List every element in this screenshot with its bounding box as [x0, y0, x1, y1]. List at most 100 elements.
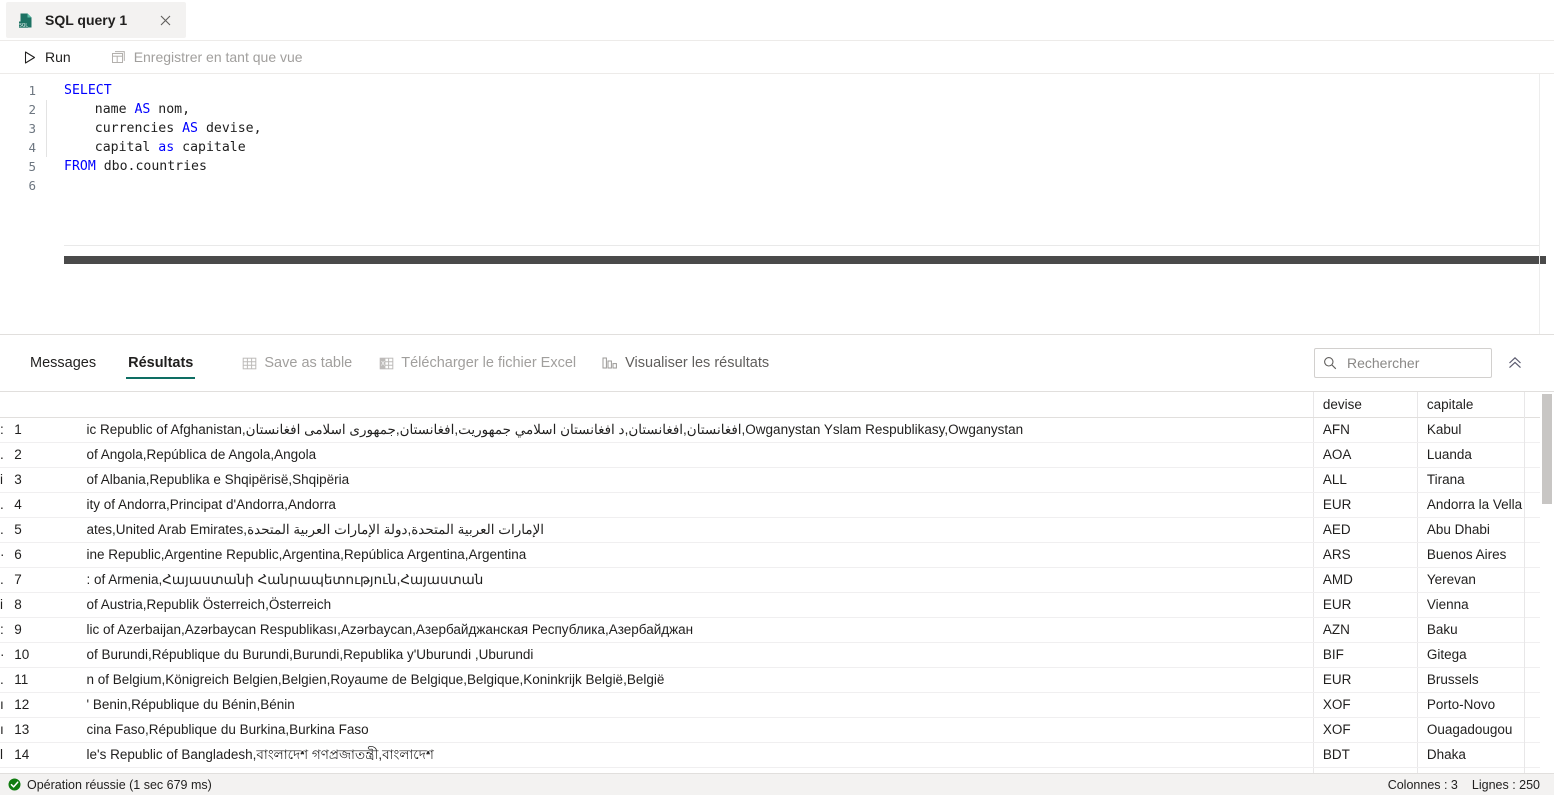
sql-file-icon: SQL [18, 12, 35, 29]
cell-capitale[interactable]: Abu Dhabi [1416, 517, 1554, 543]
editor-vertical-rule [1539, 74, 1540, 334]
grid-vertical-scrollbar[interactable] [1540, 392, 1554, 773]
cell-name[interactable]: of Albania,Republika e Shqipërisë,Shqipë… [77, 467, 1314, 493]
line-number: 4 [28, 140, 36, 155]
cell-capitale[interactable]: Kabul [1416, 417, 1554, 443]
visualize-results-button[interactable]: Visualiser les résultats [602, 355, 769, 371]
code-text[interactable]: currencies AS devise, [46, 119, 262, 138]
cell-capitale[interactable]: Andorra la Vella [1416, 492, 1554, 518]
cell-capitale[interactable]: Luanda [1416, 442, 1554, 468]
cell-name[interactable]: lic of Azerbaijan,Azərbaycan Respublikas… [77, 617, 1314, 643]
cell-devise[interactable]: AED [1312, 517, 1418, 543]
col-header-name[interactable] [77, 392, 1314, 418]
cell-name[interactable]: of Burundi,République du Burundi,Burundi… [77, 642, 1314, 668]
table-row[interactable]: . 2 of Angola,República de Angola,Angola AO… [0, 442, 1554, 468]
table-row[interactable]: ı15of Bulgaria,Република България,Българ… [0, 767, 1554, 773]
cell-devise[interactable]: AZN [1312, 617, 1418, 643]
cell-name[interactable]: of Bulgaria,Република България,България [77, 767, 1314, 773]
cell-capitale[interactable]: Tirana [1416, 467, 1554, 493]
table-row[interactable]: ı 13 cina Faso,République du Burkina,Burki… [0, 717, 1554, 743]
cell-devise[interactable]: BIF [1312, 642, 1418, 668]
cell-devise[interactable]: XOF [1312, 717, 1418, 743]
col-header-capitale[interactable]: capitale [1416, 392, 1554, 418]
cell-devise[interactable]: AMD [1312, 567, 1418, 593]
search-box[interactable] [1314, 348, 1492, 378]
cell-capitale[interactable]: Ouagadougou [1416, 717, 1554, 743]
sql-keyword: SELECT [64, 83, 112, 98]
table-row[interactable]: · 6 ine Republic,Argentine Republic,Argent… [0, 542, 1554, 568]
cell-name[interactable]: ' Benin,République du Bénin,Bénin [77, 692, 1314, 718]
cell-name[interactable]: n of Belgium,Königreich Belgien,Belgien,… [77, 667, 1314, 693]
sql-code-editor[interactable]: 1 SELECT 2 name AS nom, 3 currencies AS dev… [0, 74, 1554, 334]
cell-name[interactable]: le's Republic of Bangladesh,বাংলাদেশ গণপ… [77, 742, 1314, 768]
cell-devise[interactable]: ALL [1312, 467, 1418, 493]
cell-devise[interactable]: BDT [1312, 742, 1418, 768]
code-text[interactable]: capital as capitale [46, 138, 246, 157]
cell-name[interactable]: ates,United Arab Emirates,الإمارات العرب… [77, 517, 1314, 543]
save-as-table-button[interactable]: Save as table [241, 355, 352, 371]
grid-right-border [1524, 392, 1525, 773]
results-grid-wrapper[interactable]: devise capitale :1 ic Republic of Afghani… [0, 391, 1554, 773]
table-row[interactable]: .7: of Armenia,Հայաստանի Հանրապետություն… [0, 567, 1554, 593]
grid-vscroll-thumb[interactable] [1542, 394, 1552, 504]
tab-messages[interactable]: Messages [28, 335, 98, 391]
sql-query-editor-window: SQL SQL query 1 Run Enregistrer en tant … [0, 0, 1554, 795]
col-header-devise[interactable]: devise [1312, 392, 1418, 418]
cell-capitale[interactable]: Porto-Novo [1416, 692, 1554, 718]
view-icon [111, 49, 127, 65]
clipped-column-fragment: · [0, 642, 15, 668]
cell-devise[interactable]: EUR [1312, 592, 1418, 618]
table-row[interactable]: · 10 of Burundi,République du Burundi,Buru… [0, 642, 1554, 668]
cell-devise[interactable]: ARS [1312, 542, 1418, 568]
close-icon[interactable] [152, 7, 178, 33]
row-number: 6 [14, 542, 78, 568]
cell-capitale[interactable]: Buenos Aires [1416, 542, 1554, 568]
double-chevron-up-icon[interactable] [1502, 350, 1528, 376]
table-row[interactable]: :1 ic Republic of Afghanistan,افغانستان,ا… [0, 417, 1554, 443]
cell-devise[interactable]: AFN [1312, 417, 1418, 443]
cell-devise[interactable]: AOA [1312, 442, 1418, 468]
cell-name[interactable]: of Austria,Republik Österreich,Österreic… [77, 592, 1314, 618]
status-text: Opération réussie (1 sec 679 ms) [27, 777, 212, 792]
cell-capitale[interactable]: Sofia [1416, 767, 1554, 773]
table-row[interactable]: i 3 of Albania,Republika e Shqipërisë,Shqi… [0, 467, 1554, 493]
table-row[interactable]: . 11 n of Belgium,Königreich Belgien,Belgi… [0, 667, 1554, 693]
cell-capitale[interactable]: Baku [1416, 617, 1554, 643]
cell-capitale[interactable]: Dhaka [1416, 742, 1554, 768]
col-header-clip [0, 392, 15, 418]
tab-sql-query-1[interactable]: SQL SQL query 1 [6, 2, 186, 38]
code-text[interactable]: SELECT [46, 81, 112, 100]
cell-devise[interactable]: EUR [1312, 667, 1418, 693]
cell-name[interactable]: : of Armenia,Հայաստանի Հանրապետություն,Հ… [77, 567, 1314, 593]
cell-name[interactable]: ic Republic of Afghanistan,افغانستان,افغ… [77, 417, 1314, 443]
run-button[interactable]: Run [14, 45, 79, 69]
cell-devise[interactable]: BGN [1312, 767, 1418, 773]
save-as-view-button[interactable]: Enregistrer en tant que vue [103, 45, 311, 69]
cell-devise[interactable]: EUR [1312, 492, 1418, 518]
search-input[interactable] [1345, 354, 1483, 372]
code-text[interactable]: name AS nom, [46, 100, 190, 119]
table-row[interactable]: . 5 ates,United Arab Emirates,الإمارات الع… [0, 517, 1554, 543]
cell-name[interactable]: ine Republic,Argentine Republic,Argentin… [77, 542, 1314, 568]
cell-capitale[interactable]: Gitega [1416, 642, 1554, 668]
cell-capitale[interactable]: Yerevan [1416, 567, 1554, 593]
table-row[interactable]: ı 12 ' Benin,République du Bénin,Bénin XOF P… [0, 692, 1554, 718]
editor-horizontal-scrollbar[interactable] [64, 256, 1546, 264]
cell-name[interactable]: cina Faso,République du Burkina,Burkina … [77, 717, 1314, 743]
cell-name[interactable]: ity of Andorra,Principat d'Andorra,Andor… [77, 492, 1314, 518]
table-row[interactable]: l 14 le's Republic of Bangladesh,বাংলাদেশ … [0, 742, 1554, 768]
results-panel: Messages Résultats Save as table X Téléc… [0, 334, 1554, 773]
search-icon [1323, 355, 1337, 371]
cell-devise[interactable]: XOF [1312, 692, 1418, 718]
row-number: 3 [14, 467, 78, 493]
cell-capitale[interactable]: Brussels [1416, 667, 1554, 693]
table-row[interactable]: :9 lic of Azerbaijan,Azərbaycan Respublik… [0, 617, 1554, 643]
tab-resultats[interactable]: Résultats [126, 335, 196, 391]
download-excel-button[interactable]: X Télécharger le fichier Excel [378, 355, 576, 371]
table-row[interactable]: . 4 ity of Andorra,Principat d'Andorra,And… [0, 492, 1554, 518]
cell-capitale[interactable]: Vienna [1416, 592, 1554, 618]
code-text[interactable]: FROM dbo.countries [46, 157, 207, 176]
editor-hscroll-thumb[interactable] [64, 256, 1546, 264]
cell-name[interactable]: of Angola,República de Angola,Angola [77, 442, 1314, 468]
table-row[interactable]: i 8 of Austria,Republik Österreich,Österre… [0, 592, 1554, 618]
